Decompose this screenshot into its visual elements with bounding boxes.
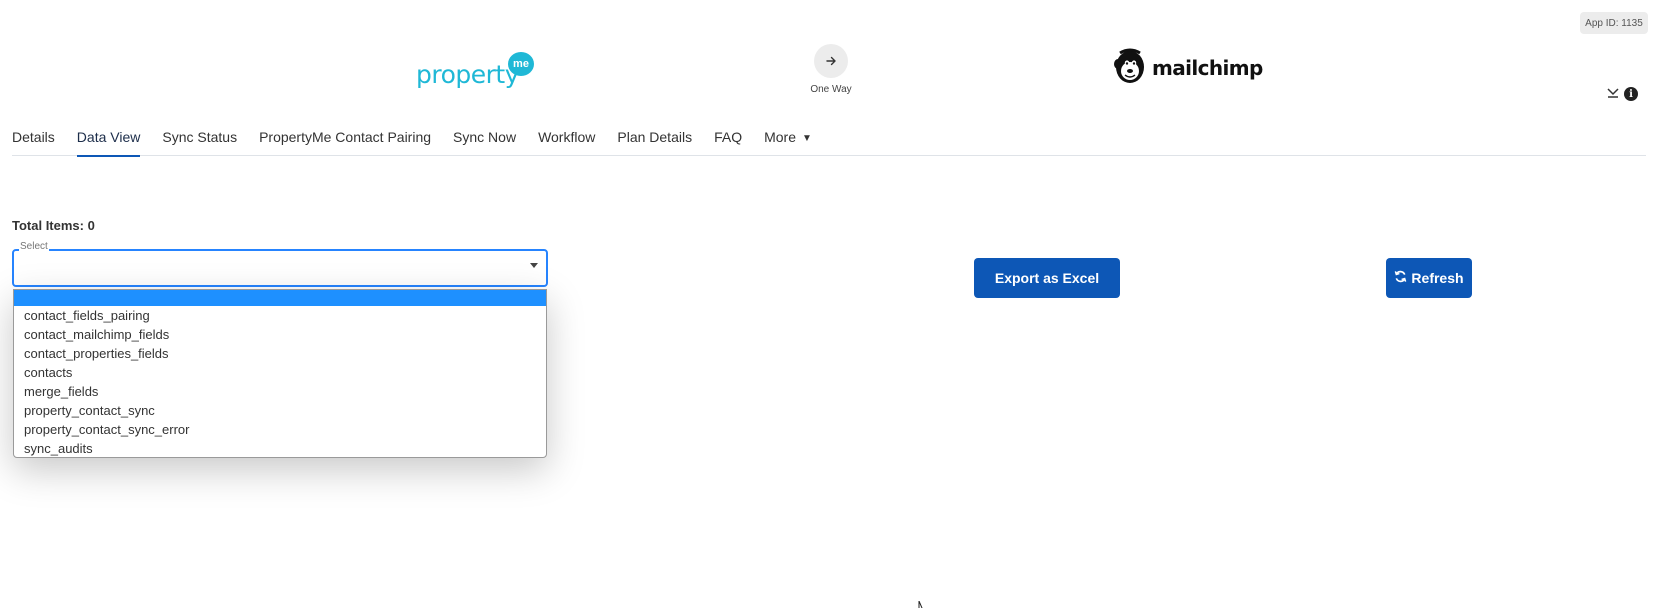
total-items-count: Total Items: 0 — [12, 218, 95, 233]
mouse-cursor-icon — [918, 598, 930, 608]
tab-data-view[interactable]: Data View — [76, 118, 140, 157]
select-option[interactable]: contact_fields_pairing — [14, 306, 546, 325]
table-select-field[interactable] — [12, 249, 548, 287]
select-option[interactable]: merge_fields — [14, 382, 546, 401]
tab-sync-status[interactable]: Sync Status — [162, 118, 237, 156]
caret-down-icon: ▼ — [802, 133, 812, 144]
arrow-right-icon — [814, 44, 848, 78]
propertyme-logo: property me — [416, 52, 536, 92]
table-select-options: contact_fields_pairing contact_mailchimp… — [13, 289, 547, 458]
app-id-badge: App ID: 1135 — [1580, 12, 1648, 34]
mailchimp-logo-text: mailchimp — [1152, 56, 1263, 80]
select-option[interactable]: property_contact_sync_error — [14, 420, 546, 439]
sync-direction-label: One Way — [810, 84, 852, 95]
select-option[interactable]: contact_properties_fields — [14, 344, 546, 363]
dropdown-arrow-icon[interactable] — [530, 263, 538, 268]
tab-sync-now[interactable]: Sync Now — [453, 118, 516, 156]
header-actions: i — [1606, 86, 1642, 102]
refresh-button[interactable]: Refresh — [1386, 258, 1472, 298]
select-option[interactable]: contact_mailchimp_fields — [14, 325, 546, 344]
tab-propertyme-contact-pairing[interactable]: PropertyMe Contact Pairing — [259, 118, 431, 156]
info-icon[interactable]: i — [1624, 87, 1638, 101]
collapse-down-icon[interactable] — [1606, 85, 1620, 104]
select-option[interactable]: property_contact_sync — [14, 401, 546, 420]
tab-more[interactable]: More ▼ — [764, 118, 812, 156]
refresh-icon — [1394, 270, 1407, 286]
mailchimp-monkey-icon — [1112, 47, 1148, 90]
tab-details[interactable]: Details — [12, 118, 55, 156]
sync-direction: One Way — [806, 44, 856, 96]
tab-workflow[interactable]: Workflow — [538, 118, 595, 156]
propertyme-logo-badge: me — [508, 52, 534, 76]
refresh-button-label: Refresh — [1411, 270, 1464, 286]
select-option[interactable]: sync_audits — [14, 439, 546, 458]
tab-plan-details[interactable]: Plan Details — [617, 118, 692, 156]
export-excel-button[interactable]: Export as Excel — [974, 258, 1120, 298]
tab-more-label: More — [764, 129, 796, 145]
select-option[interactable]: contacts — [14, 363, 546, 382]
table-select[interactable]: Select — [12, 241, 548, 287]
select-option-empty-highlighted[interactable] — [14, 290, 546, 306]
propertyme-logo-text: property — [416, 60, 520, 89]
mailchimp-logo: mailchimp — [1112, 47, 1263, 90]
table-select-legend: Select — [19, 241, 49, 252]
tab-bar: Details Data View Sync Status PropertyMe… — [12, 118, 1646, 157]
tab-faq[interactable]: FAQ — [714, 118, 742, 156]
